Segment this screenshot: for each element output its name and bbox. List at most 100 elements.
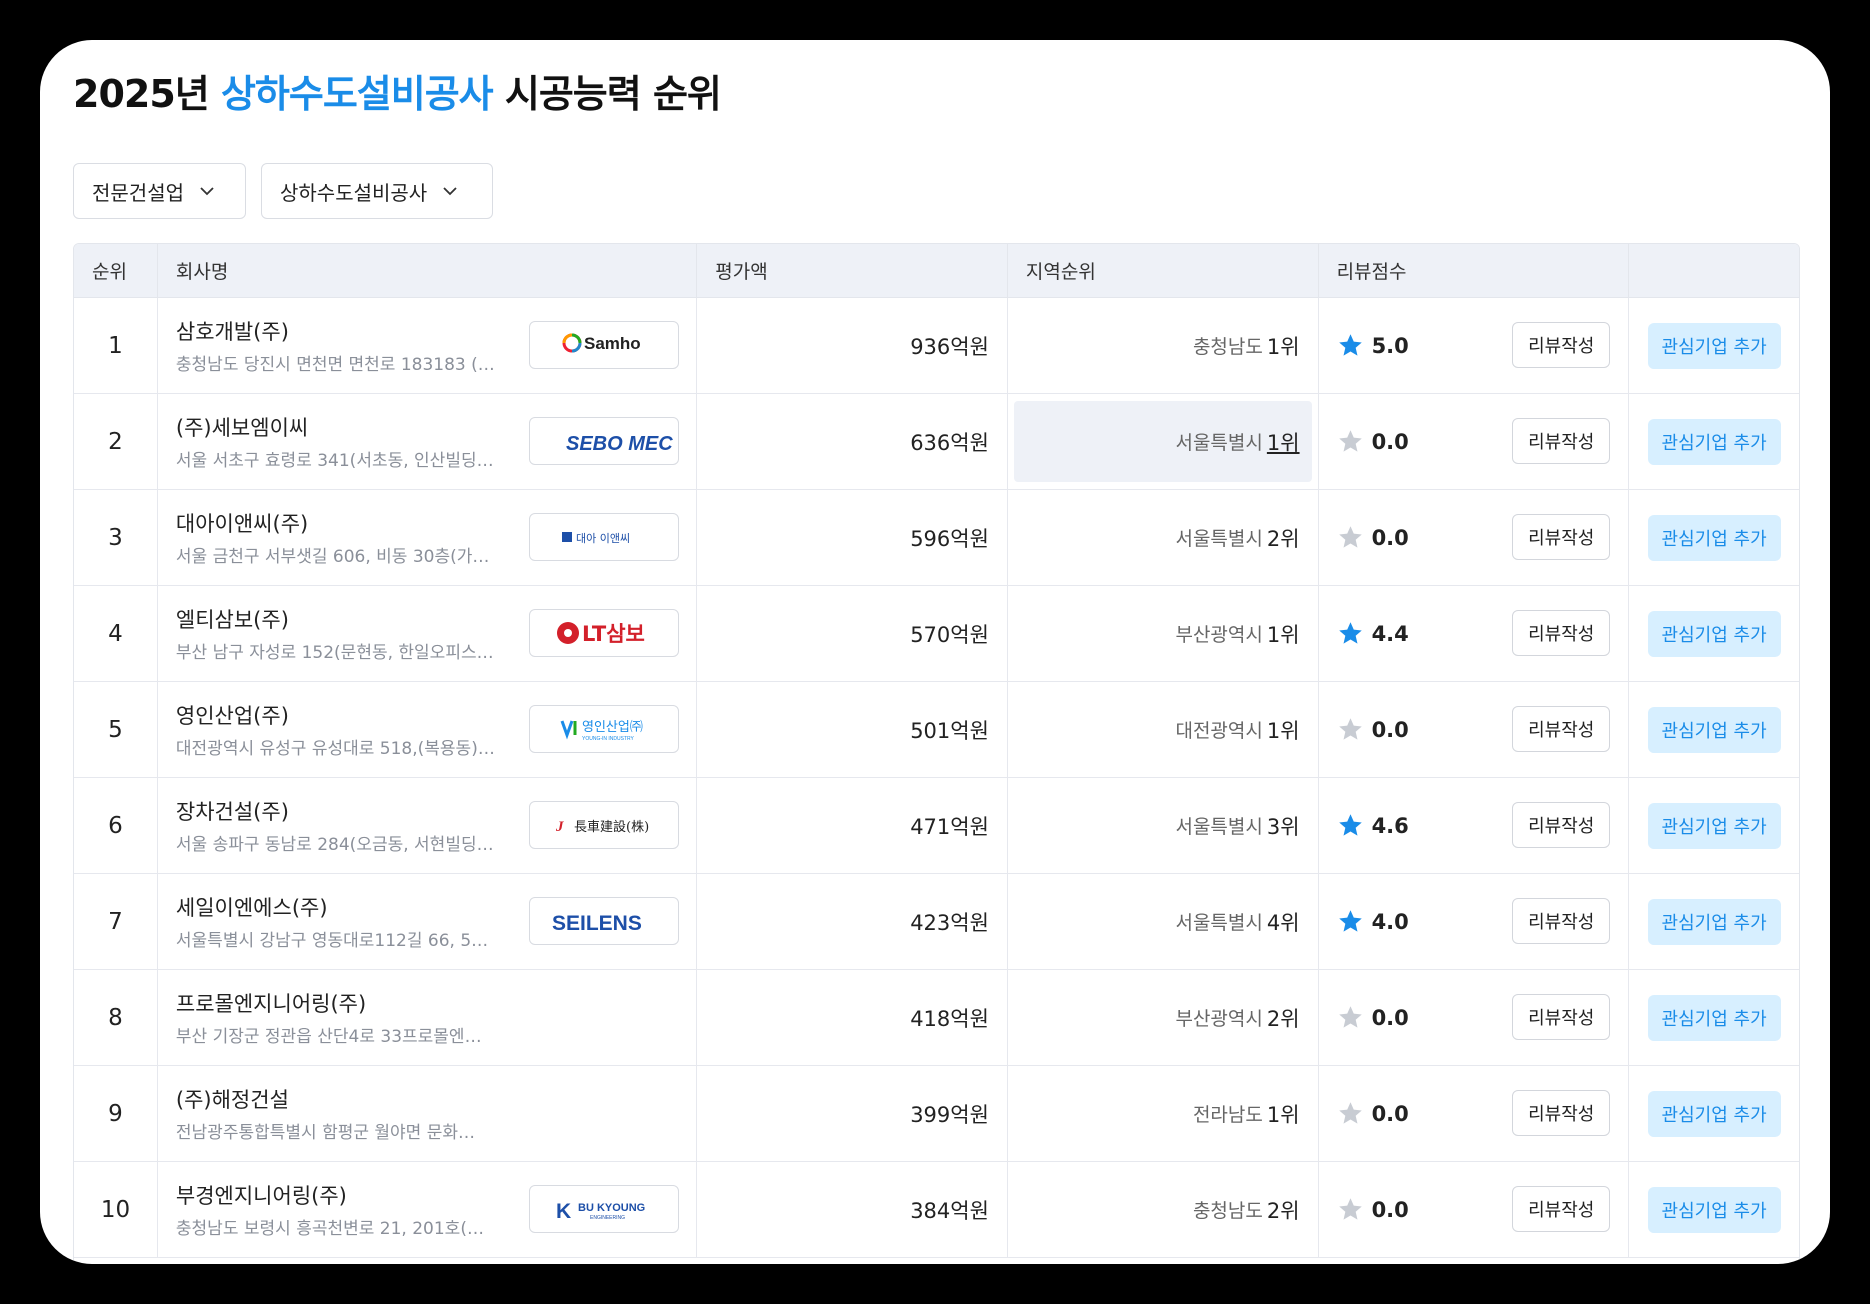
write-review-button[interactable]: 리뷰작성 — [1512, 994, 1611, 1040]
header-amount: 평가액 — [697, 244, 1008, 297]
company-cell[interactable]: 대아이앤씨(주) 서울 금천구 서부샛길 606, 비동 30층(가… 대아 이앤씨 — [158, 490, 698, 585]
region-rank-cell[interactable]: 서울특별시 2위 — [1008, 490, 1319, 585]
write-review-button[interactable]: 리뷰작성 — [1512, 418, 1611, 464]
region-rank-cell[interactable]: 부산광역시 1위 — [1008, 586, 1319, 681]
region-rank-cell[interactable]: 전라남도 1위 — [1008, 1066, 1319, 1161]
company-name[interactable]: 장차건설(주) — [176, 796, 289, 826]
company-address: 서울 금천구 서부샛길 606, 비동 30층(가… — [175, 547, 490, 567]
company-logo: Samho — [528, 321, 679, 369]
add-favorite-button[interactable]: 관심기업 추가 — [1647, 802, 1781, 849]
table-row[interactable]: 10 부경엔지니어링(주) 충청남도 보령시 흥곡천변로 21, 201호(… K BU… — [74, 1162, 1799, 1258]
region-rank[interactable]: 4위 — [1267, 907, 1300, 937]
header-action — [1629, 244, 1799, 297]
table-row[interactable]: 2 (주)세보엠이씨 서울 서초구 효령로 341(서초동, 인산빌딩… SEBO M… — [74, 394, 1799, 490]
company-cell[interactable]: 삼호개발(주) 충청남도 당진시 면천면 면천로 183183 (… Samho — [158, 298, 698, 393]
region-rank-cell[interactable]: 충청남도 2위 — [1008, 1162, 1319, 1257]
table-row[interactable]: 8 프로몰엔지니어링(주) 부산 기장군 정관읍 산단4로 33프로몰엔… 418억원… — [74, 970, 1799, 1066]
company-name[interactable]: 엘티삼보(주) — [176, 604, 289, 634]
add-favorite-button[interactable]: 관심기업 추가 — [1647, 514, 1781, 561]
add-favorite-button[interactable]: 관심기업 추가 — [1647, 994, 1781, 1041]
write-review-button[interactable]: 리뷰작성 — [1512, 322, 1611, 368]
company-logo: 영인산업㈜ YOUNG-IN INDUSTRY — [528, 705, 679, 753]
table-row[interactable]: 4 엘티삼보(주) 부산 남구 자성로 152(문현동, 한일오피스… LT삼보 570… — [74, 586, 1799, 682]
company-name[interactable]: (주)해정건설 — [176, 1084, 289, 1114]
region-rank-cell[interactable]: 서울특별시 4위 — [1008, 874, 1319, 969]
region-rank-cell[interactable]: 충청남도 1위 — [1008, 298, 1319, 393]
table-body: 1 삼호개발(주) 충청남도 당진시 면천면 면천로 183183 (… Samho 9… — [74, 298, 1799, 1258]
svg-text:J: J — [555, 819, 564, 835]
company-name[interactable]: 세일이엔에스(주) — [176, 892, 328, 922]
amount-cell: 570억원 — [697, 586, 1008, 681]
favorite-cell: 관심기업 추가 — [1629, 1066, 1799, 1161]
company-address: 서울 송파구 동남로 284(오금동, 서현빌딩… — [175, 835, 494, 855]
review-cell: 0.0 리뷰작성 — [1319, 970, 1630, 1065]
work-type-dropdown[interactable]: 상하수도설비공사 — [261, 163, 493, 219]
svg-text:K: K — [556, 1200, 571, 1223]
company-name[interactable]: 영인산업(주) — [176, 700, 289, 730]
write-review-button[interactable]: 리뷰작성 — [1512, 898, 1611, 944]
sebo-mec-logo-text: SEBO MEC — [566, 433, 673, 455]
write-review-button[interactable]: 리뷰작성 — [1512, 610, 1611, 656]
favorite-cell: 관심기업 추가 — [1629, 778, 1799, 873]
region-rank-cell[interactable]: 부산광역시 2위 — [1008, 970, 1319, 1065]
industry-dropdown[interactable]: 전문건설업 — [73, 163, 246, 219]
company-name[interactable]: 삼호개발(주) — [176, 316, 289, 346]
jangcha-logo-text: 長車建設(株) — [574, 819, 649, 835]
add-favorite-button[interactable]: 관심기업 추가 — [1647, 610, 1781, 657]
sebo-mec-logo: SEBO MEC — [566, 433, 673, 455]
table-row[interactable]: 6 장차건설(주) 서울 송파구 동남로 284(오금동, 서현빌딩… J 長車建設(株… — [74, 778, 1799, 874]
company-name[interactable]: (주)세보엠이씨 — [176, 412, 308, 442]
filter-bar: 전문건설업 상하수도설비공사 — [73, 163, 493, 219]
amount-cell: 936억원 — [697, 298, 1008, 393]
region-rank[interactable]: 1위 — [1267, 715, 1300, 745]
company-name[interactable]: 프로몰엔지니어링(주) — [176, 988, 366, 1018]
favorite-cell: 관심기업 추가 — [1629, 1162, 1799, 1257]
company-address: 대전광역시 유성구 유성대로 518,(복용동)… — [175, 739, 495, 759]
region-rank[interactable]: 2위 — [1267, 1195, 1300, 1225]
region-rank[interactable]: 2위 — [1267, 1003, 1300, 1033]
header-region: 지역순위 — [1008, 244, 1319, 297]
add-favorite-button[interactable]: 관심기업 추가 — [1647, 898, 1781, 945]
company-address: 서울특별시 강남구 영동대로112길 66, 5… — [175, 931, 489, 951]
region-rank-cell[interactable]: 서울특별시 1위 — [1008, 394, 1319, 489]
lt-sambo-logo: LT삼보 — [556, 622, 645, 646]
star-icon — [1338, 622, 1362, 644]
write-review-button[interactable]: 리뷰작성 — [1512, 802, 1611, 848]
company-cell[interactable]: 엘티삼보(주) 부산 남구 자성로 152(문현동, 한일오피스… LT삼보 — [158, 586, 698, 681]
region-rank[interactable]: 1위 — [1267, 331, 1300, 361]
region-rank-cell[interactable]: 대전광역시 1위 — [1008, 682, 1319, 777]
review-cell: 0.0 리뷰작성 — [1319, 682, 1630, 777]
add-favorite-button[interactable]: 관심기업 추가 — [1647, 418, 1781, 465]
daea-inc-logo: 대아 이앤씨 — [561, 532, 630, 545]
region-rank[interactable]: 1위 — [1267, 619, 1300, 649]
company-cell[interactable]: 장차건설(주) 서울 송파구 동남로 284(오금동, 서현빌딩… J 長車建設(株) — [158, 778, 698, 873]
add-favorite-button[interactable]: 관심기업 추가 — [1647, 322, 1781, 369]
region-rank[interactable]: 1위 — [1267, 427, 1300, 457]
write-review-button[interactable]: 리뷰작성 — [1512, 514, 1611, 560]
table-row[interactable]: 3 대아이앤씨(주) 서울 금천구 서부샛길 606, 비동 30층(가… 대아 이앤… — [74, 490, 1799, 586]
company-cell[interactable]: (주)해정건설 전남광주통합특별시 함평군 월야면 문화… — [158, 1066, 698, 1161]
region-name: 부산광역시 — [1175, 624, 1263, 646]
table-row[interactable]: 1 삼호개발(주) 충청남도 당진시 면천면 면천로 183183 (… Samho 9… — [74, 298, 1799, 394]
page-frame: 2025년 상하수도설비공사 시공능력 순위 전문건설업 상하수도설비공사 순위… — [40, 40, 1830, 1264]
add-favorite-button[interactable]: 관심기업 추가 — [1647, 706, 1781, 753]
table-row[interactable]: 9 (주)해정건설 전남광주통합특별시 함평군 월야면 문화… 399억원 전라남도 1위… — [74, 1066, 1799, 1162]
company-cell[interactable]: 세일이엔에스(주) 서울특별시 강남구 영동대로112길 66, 5… SEILEN… — [158, 874, 698, 969]
write-review-button[interactable]: 리뷰작성 — [1512, 706, 1611, 752]
region-rank[interactable]: 3위 — [1267, 811, 1300, 841]
company-cell[interactable]: 프로몰엔지니어링(주) 부산 기장군 정관읍 산단4로 33프로몰엔… — [158, 970, 698, 1065]
company-cell[interactable]: 부경엔지니어링(주) 충청남도 보령시 흥곡천변로 21, 201호(… K BU K… — [158, 1162, 698, 1257]
region-rank[interactable]: 1위 — [1267, 1099, 1300, 1129]
write-review-button[interactable]: 리뷰작성 — [1512, 1090, 1611, 1136]
table-row[interactable]: 5 영인산업(주) 대전광역시 유성구 유성대로 518,(복용동)… 영인산업㈜ YO… — [74, 682, 1799, 778]
write-review-button[interactable]: 리뷰작성 — [1512, 1186, 1611, 1232]
table-row[interactable]: 7 세일이엔에스(주) 서울특별시 강남구 영동대로112길 66, 5… SEILE… — [74, 874, 1799, 970]
region-rank-cell[interactable]: 서울특별시 3위 — [1008, 778, 1319, 873]
add-favorite-button[interactable]: 관심기업 추가 — [1647, 1186, 1781, 1233]
company-name[interactable]: 대아이앤씨(주) — [176, 508, 308, 538]
region-rank[interactable]: 2위 — [1267, 523, 1300, 553]
company-name[interactable]: 부경엔지니어링(주) — [176, 1180, 347, 1210]
add-favorite-button[interactable]: 관심기업 추가 — [1647, 1090, 1781, 1137]
company-cell[interactable]: (주)세보엠이씨 서울 서초구 효령로 341(서초동, 인산빌딩… SEBO ME… — [158, 394, 698, 489]
company-cell[interactable]: 영인산업(주) 대전광역시 유성구 유성대로 518,(복용동)… 영인산업㈜ YOU… — [158, 682, 698, 777]
